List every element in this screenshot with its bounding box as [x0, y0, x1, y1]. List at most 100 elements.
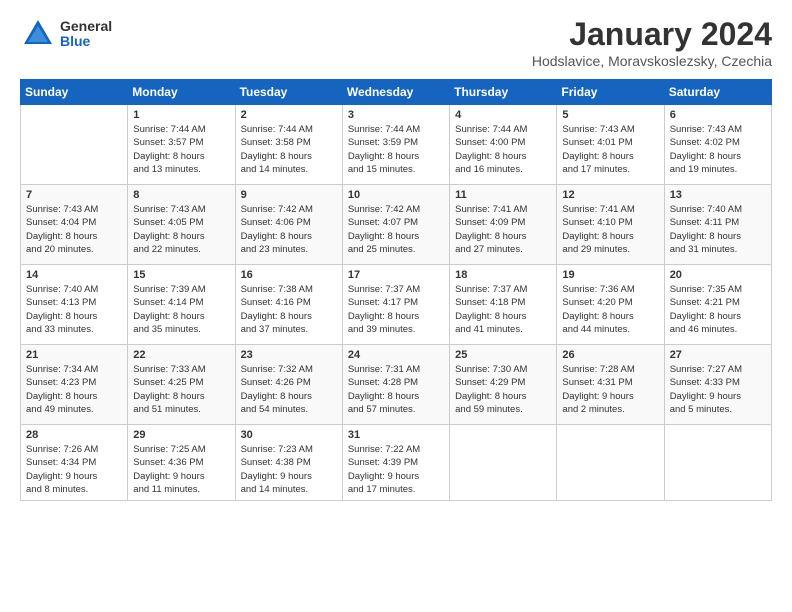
- calendar-week-row: 7Sunrise: 7:43 AM Sunset: 4:04 PM Daylig…: [21, 185, 772, 265]
- day-info: Sunrise: 7:35 AM Sunset: 4:21 PM Dayligh…: [670, 283, 766, 336]
- header: General Blue January 2024 Hodslavice, Mo…: [20, 16, 772, 69]
- calendar-header-saturday: Saturday: [664, 80, 771, 105]
- day-number: 19: [562, 269, 658, 281]
- day-info: Sunrise: 7:44 AM Sunset: 4:00 PM Dayligh…: [455, 123, 551, 176]
- day-info: Sunrise: 7:31 AM Sunset: 4:28 PM Dayligh…: [348, 363, 444, 416]
- calendar-week-row: 1 Sunrise: 7:44 AM Sunset: 3:57 PM Daylig…: [21, 105, 772, 185]
- day-number: 6: [670, 109, 766, 121]
- day-info: Sunrise: 7:44 AM Sunset: 3:58 PM Dayligh…: [241, 123, 337, 176]
- day-info: Sunrise: 7:33 AM Sunset: 4:25 PM Dayligh…: [133, 363, 229, 416]
- day-info: Sunrise: 7:22 AM Sunset: 4:39 PM Dayligh…: [348, 443, 444, 496]
- day-info: Sunrise: 7:42 AM Sunset: 4:06 PM Dayligh…: [241, 203, 337, 256]
- day-number: 7: [26, 189, 122, 201]
- calendar-cell: 1 Sunrise: 7:44 AM Sunset: 3:57 PM Daylig…: [128, 105, 235, 185]
- day-number: 3: [348, 109, 444, 121]
- day-info: Sunrise: 7:43 AM Sunset: 4:02 PM Dayligh…: [670, 123, 766, 176]
- day-number: 8: [133, 189, 229, 201]
- day-number: 14: [26, 269, 122, 281]
- day-number: 24: [348, 349, 444, 361]
- calendar-cell: 25 Sunrise: 7:30 AM Sunset: 4:29 PM Dayli…: [450, 345, 557, 425]
- day-info: Sunrise: 7:41 AM Sunset: 4:09 PM Dayligh…: [455, 203, 551, 256]
- calendar-cell: 30Sunrise: 7:23 AM Sunset: 4:38 PM Dayli…: [235, 425, 342, 501]
- day-info: Sunrise: 7:27 AM Sunset: 4:33 PM Dayligh…: [670, 363, 766, 416]
- calendar-cell: 9 Sunrise: 7:42 AM Sunset: 4:06 PM Daylig…: [235, 185, 342, 265]
- calendar-cell: 18Sunrise: 7:37 AM Sunset: 4:18 PM Dayli…: [450, 265, 557, 345]
- calendar-cell: [450, 425, 557, 501]
- day-number: 31: [348, 429, 444, 441]
- day-number: 13: [670, 189, 766, 201]
- calendar-cell: 28 Sunrise: 7:26 AM Sunset: 4:34 PM Dayli…: [21, 425, 128, 501]
- calendar-week-row: 21 Sunrise: 7:34 AM Sunset: 4:23 PM Dayli…: [21, 345, 772, 425]
- calendar-header-row: SundayMondayTuesdayWednesdayThursdayFrid…: [21, 80, 772, 105]
- day-number: 11: [455, 189, 551, 201]
- day-info: Sunrise: 7:40 AM Sunset: 4:13 PM Dayligh…: [26, 283, 122, 336]
- calendar-cell: [21, 105, 128, 185]
- calendar-header-tuesday: Tuesday: [235, 80, 342, 105]
- calendar-cell: 3Sunrise: 7:44 AM Sunset: 3:59 PM Daylig…: [342, 105, 449, 185]
- calendar-cell: 8 Sunrise: 7:43 AM Sunset: 4:05 PM Daylig…: [128, 185, 235, 265]
- title-block: January 2024 Hodslavice, Moravskoslezsky…: [532, 16, 772, 69]
- day-number: 21: [26, 349, 122, 361]
- day-number: 20: [670, 269, 766, 281]
- day-number: 18: [455, 269, 551, 281]
- calendar-week-row: 14 Sunrise: 7:40 AM Sunset: 4:13 PM Dayli…: [21, 265, 772, 345]
- calendar-cell: [664, 425, 771, 501]
- calendar-header-friday: Friday: [557, 80, 664, 105]
- calendar-cell: 13 Sunrise: 7:40 AM Sunset: 4:11 PM Dayli…: [664, 185, 771, 265]
- day-number: 10: [348, 189, 444, 201]
- calendar-cell: 14 Sunrise: 7:40 AM Sunset: 4:13 PM Dayli…: [21, 265, 128, 345]
- day-info: Sunrise: 7:34 AM Sunset: 4:23 PM Dayligh…: [26, 363, 122, 416]
- logo-text: General Blue: [60, 19, 112, 50]
- day-number: 15: [133, 269, 229, 281]
- calendar-cell: 7Sunrise: 7:43 AM Sunset: 4:04 PM Daylig…: [21, 185, 128, 265]
- calendar-cell: 16 Sunrise: 7:38 AM Sunset: 4:16 PM Dayli…: [235, 265, 342, 345]
- day-info: Sunrise: 7:26 AM Sunset: 4:34 PM Dayligh…: [26, 443, 122, 496]
- day-number: 16: [241, 269, 337, 281]
- day-number: 2: [241, 109, 337, 121]
- day-info: Sunrise: 7:39 AM Sunset: 4:14 PM Dayligh…: [133, 283, 229, 336]
- page: General Blue January 2024 Hodslavice, Mo…: [0, 0, 792, 612]
- calendar-cell: 24 Sunrise: 7:31 AM Sunset: 4:28 PM Dayli…: [342, 345, 449, 425]
- calendar-cell: 27 Sunrise: 7:27 AM Sunset: 4:33 PM Dayli…: [664, 345, 771, 425]
- day-number: 28: [26, 429, 122, 441]
- calendar-cell: 22 Sunrise: 7:33 AM Sunset: 4:25 PM Dayli…: [128, 345, 235, 425]
- day-info: Sunrise: 7:28 AM Sunset: 4:31 PM Dayligh…: [562, 363, 658, 416]
- day-info: Sunrise: 7:41 AM Sunset: 4:10 PM Dayligh…: [562, 203, 658, 256]
- logo-icon: [20, 16, 56, 52]
- day-info: Sunrise: 7:30 AM Sunset: 4:29 PM Dayligh…: [455, 363, 551, 416]
- calendar-header-sunday: Sunday: [21, 80, 128, 105]
- calendar-cell: 21 Sunrise: 7:34 AM Sunset: 4:23 PM Dayli…: [21, 345, 128, 425]
- day-info: Sunrise: 7:43 AM Sunset: 4:01 PM Dayligh…: [562, 123, 658, 176]
- day-number: 27: [670, 349, 766, 361]
- day-number: 30: [241, 429, 337, 441]
- calendar-cell: 10 Sunrise: 7:42 AM Sunset: 4:07 PM Dayli…: [342, 185, 449, 265]
- day-info: Sunrise: 7:25 AM Sunset: 4:36 PM Dayligh…: [133, 443, 229, 496]
- calendar-cell: 26Sunrise: 7:28 AM Sunset: 4:31 PM Dayli…: [557, 345, 664, 425]
- calendar-header-monday: Monday: [128, 80, 235, 105]
- day-number: 1: [133, 109, 229, 121]
- day-number: 25: [455, 349, 551, 361]
- calendar-cell: 15 Sunrise: 7:39 AM Sunset: 4:14 PM Dayli…: [128, 265, 235, 345]
- day-number: 22: [133, 349, 229, 361]
- day-info: Sunrise: 7:44 AM Sunset: 3:57 PM Dayligh…: [133, 123, 229, 176]
- day-info: Sunrise: 7:32 AM Sunset: 4:26 PM Dayligh…: [241, 363, 337, 416]
- calendar-cell: 19 Sunrise: 7:36 AM Sunset: 4:20 PM Dayli…: [557, 265, 664, 345]
- day-info: Sunrise: 7:43 AM Sunset: 4:05 PM Dayligh…: [133, 203, 229, 256]
- calendar-location: Hodslavice, Moravskoslezsky, Czechia: [532, 53, 772, 69]
- calendar-week-row: 28 Sunrise: 7:26 AM Sunset: 4:34 PM Dayli…: [21, 425, 772, 501]
- day-info: Sunrise: 7:40 AM Sunset: 4:11 PM Dayligh…: [670, 203, 766, 256]
- calendar-cell: 17 Sunrise: 7:37 AM Sunset: 4:17 PM Dayli…: [342, 265, 449, 345]
- calendar-cell: 29Sunrise: 7:25 AM Sunset: 4:36 PM Dayli…: [128, 425, 235, 501]
- calendar-header-thursday: Thursday: [450, 80, 557, 105]
- day-number: 9: [241, 189, 337, 201]
- day-info: Sunrise: 7:36 AM Sunset: 4:20 PM Dayligh…: [562, 283, 658, 336]
- day-number: 5: [562, 109, 658, 121]
- calendar-title: January 2024: [532, 16, 772, 53]
- day-number: 12: [562, 189, 658, 201]
- day-info: Sunrise: 7:42 AM Sunset: 4:07 PM Dayligh…: [348, 203, 444, 256]
- calendar-cell: 31 Sunrise: 7:22 AM Sunset: 4:39 PM Dayli…: [342, 425, 449, 501]
- day-number: 17: [348, 269, 444, 281]
- day-info: Sunrise: 7:37 AM Sunset: 4:17 PM Dayligh…: [348, 283, 444, 336]
- day-number: 23: [241, 349, 337, 361]
- day-info: Sunrise: 7:38 AM Sunset: 4:16 PM Dayligh…: [241, 283, 337, 336]
